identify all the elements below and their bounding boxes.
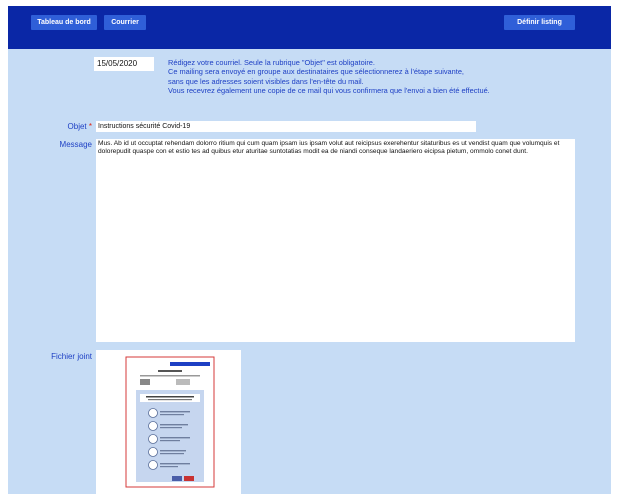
attachment-document-icon (125, 356, 215, 488)
intro-line: Vous recevrez également une copie de ce … (168, 85, 490, 95)
attachment-label: Fichier joint (51, 352, 92, 361)
top-bar: Tableau de bord Courrier Définir listing (8, 6, 611, 49)
mail-button[interactable]: Courrier (104, 15, 146, 30)
intro-text: Rédigez votre courriel. Seule la rubriqu… (168, 58, 490, 95)
attachment-thumbnail[interactable] (96, 350, 241, 494)
subject-input[interactable]: Instructions sécurité Covid-19 (96, 121, 476, 132)
dashboard-button[interactable]: Tableau de bord (31, 15, 97, 30)
required-marker: * (88, 122, 92, 131)
intro-line: Rédigez votre courriel. Seule la rubriqu… (168, 58, 375, 67)
subject-label: Objet * (48, 122, 92, 131)
subject-label-text: Objet (67, 122, 87, 131)
date-field: 15/05/2020 (94, 57, 154, 71)
intro-line: sans que les adresses soient visibles da… (168, 76, 364, 86)
message-textarea[interactable]: Mus. Ab id ut occuptat rehendam dolorro … (96, 139, 575, 342)
compose-page: Tableau de bord Courrier Définir listing… (8, 6, 611, 494)
define-listing-button[interactable]: Définir listing (504, 15, 575, 30)
intro-line: Ce mailing sera envoyé en groupe aux des… (168, 67, 464, 77)
message-label: Message (59, 140, 92, 149)
